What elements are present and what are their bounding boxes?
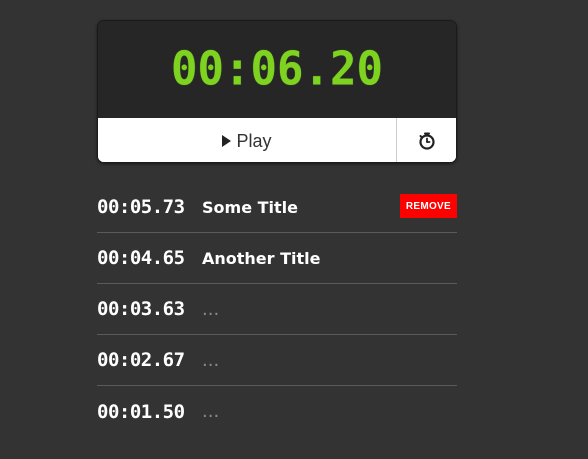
lap-list: 00:05.73 Some Title REMOVE 00:04.65 Anot… — [97, 182, 457, 437]
play-icon — [222, 135, 232, 147]
lap-row: 00:05.73 Some Title REMOVE — [97, 182, 457, 233]
time-display: 00:06.20 — [98, 21, 456, 118]
elapsed-time: 00:06.20 — [171, 42, 383, 97]
stopwatch-controls: Play — [98, 118, 456, 162]
lap-time: 00:02.67 — [97, 349, 185, 371]
lap-row: 00:03.63 ... — [97, 284, 457, 335]
stopwatch-icon — [418, 132, 435, 150]
lap-time: 00:03.63 — [97, 298, 185, 320]
lap-time: 00:04.65 — [97, 247, 185, 269]
lap-button[interactable] — [396, 118, 456, 162]
play-button-label: Play — [236, 130, 272, 151]
lap-title[interactable]: Some Title — [202, 198, 298, 217]
lap-time: 00:01.50 — [97, 400, 185, 423]
lap-title-placeholder[interactable]: ... — [202, 401, 219, 422]
lap-title-placeholder[interactable]: ... — [202, 350, 219, 371]
lap-title-placeholder[interactable]: ... — [202, 299, 219, 320]
lap-time: 00:05.73 — [97, 196, 185, 218]
play-button[interactable]: Play — [98, 118, 396, 162]
stopwatch-card: 00:06.20 Play — [97, 20, 457, 163]
lap-title[interactable]: Another Title — [202, 249, 321, 268]
lap-row: 00:01.50 ... — [97, 386, 457, 437]
remove-lap-button[interactable]: REMOVE — [399, 194, 457, 218]
lap-row: 00:04.65 Another Title — [97, 233, 457, 284]
lap-row: 00:02.67 ... — [97, 335, 457, 386]
